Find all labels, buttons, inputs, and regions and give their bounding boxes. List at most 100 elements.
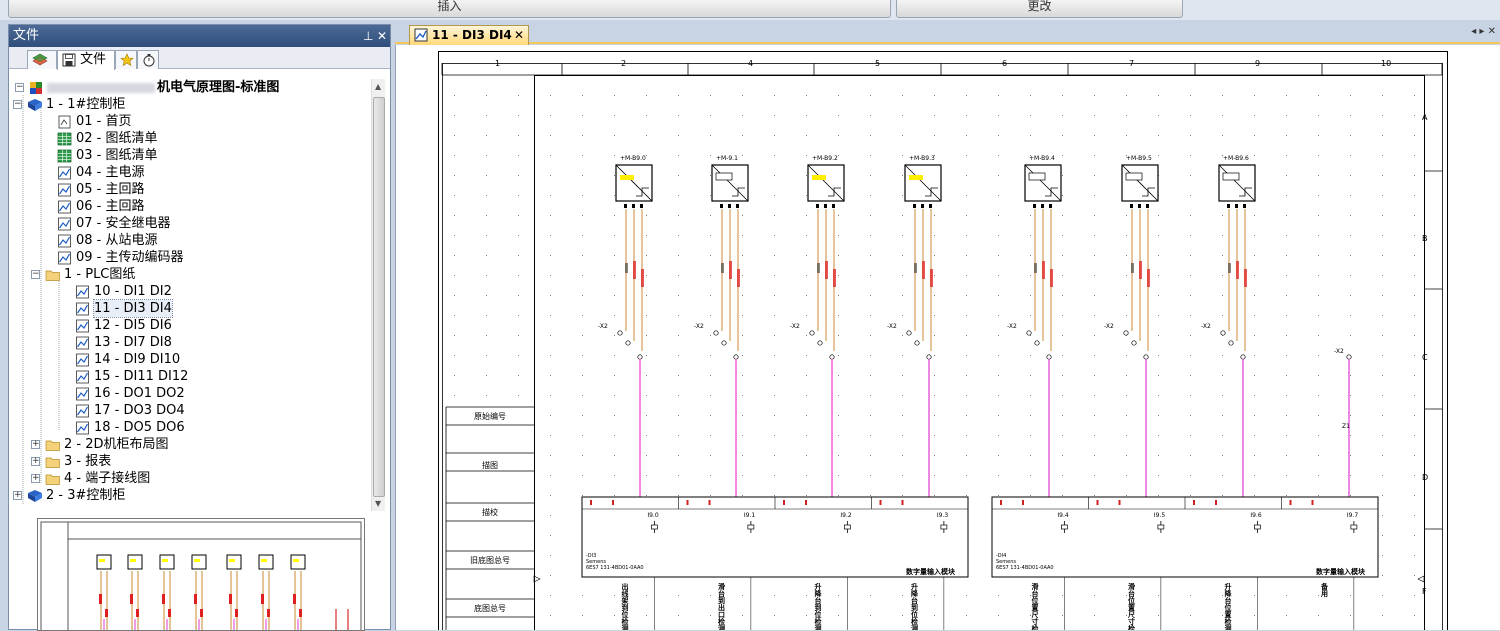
file-panel-title: 文件 ⊥ ✕ xyxy=(9,25,390,47)
side-label-old-base-number: 旧底图总号 xyxy=(470,556,510,565)
schematic-icon xyxy=(76,302,89,316)
tree-item-label: 07 - 安全继电器 xyxy=(76,216,171,231)
module-channel: I9.3 xyxy=(936,512,949,519)
side-label-original-number: 原始编号 xyxy=(474,412,506,421)
tree-item-label: 1 - PLC图纸 xyxy=(64,267,136,282)
module-channel: I9.2 xyxy=(840,512,852,519)
tab-favorites[interactable] xyxy=(115,50,137,69)
expand-icon[interactable]: + xyxy=(31,457,40,466)
module-part: 6ES7 131-4BD01-0AA0 xyxy=(996,565,1054,571)
collapse-icon[interactable]: − xyxy=(13,100,22,109)
collapse-icon[interactable]: − xyxy=(15,83,24,92)
expand-icon[interactable]: + xyxy=(31,440,40,449)
tree-item-label: 17 - DO3 DO4 xyxy=(94,403,185,418)
close-icon[interactable]: ✕ xyxy=(377,25,387,47)
tree-item-label: 03 - 图纸清单 xyxy=(76,148,158,163)
scroll-down-icon[interactable]: ▼ xyxy=(375,499,381,508)
document-tab-close-icon[interactable]: ✕ xyxy=(514,26,524,44)
change-button[interactable]: 更改 xyxy=(896,0,1183,18)
insert-button[interactable]: 插入 xyxy=(8,0,891,18)
tree-item-label: 16 - DO1 DO2 xyxy=(94,386,185,401)
folder-icon xyxy=(45,457,60,468)
collapse-icon[interactable]: − xyxy=(31,270,40,279)
schematic-icon xyxy=(414,28,428,42)
terminal-tag: -X2 xyxy=(887,323,897,330)
channel-description: 滑台位置尺寸检测 xyxy=(1031,583,1039,630)
table-icon xyxy=(57,132,72,146)
schematic-icon xyxy=(76,404,89,418)
tree-item-label: 2 - 2D机柜布局图 xyxy=(64,437,169,452)
expand-icon[interactable]: + xyxy=(31,474,40,483)
page-icon xyxy=(58,115,71,129)
tree-item-label: 08 - 从站电源 xyxy=(76,233,158,248)
tab-nav-icons[interactable]: ◂ ▸ ✕ xyxy=(1471,26,1496,37)
tab-file[interactable]: 文件 xyxy=(57,50,115,70)
sensor-tag: +M-B9.4 xyxy=(1029,155,1055,162)
side-label-tracing: 描图 xyxy=(482,461,498,470)
tree-item-label: 10 - DI1 DI2 xyxy=(94,284,172,299)
cabinet-icon xyxy=(28,490,42,502)
tree-scrollbar[interactable]: ▲ ▼ xyxy=(371,79,385,511)
schematic-icon xyxy=(76,421,89,435)
tree-item-label: 12 - DI5 DI6 xyxy=(94,318,172,333)
ribbon-bar: 插入 更改 xyxy=(0,0,1500,20)
tree-item-label: 2 - 3#控制柜 xyxy=(46,488,126,503)
pin-icon[interactable]: ⊥ xyxy=(363,25,373,47)
schematic-icon xyxy=(76,319,89,333)
schematic-icon xyxy=(58,217,71,231)
folder-icon xyxy=(45,440,60,451)
terminal-tag: -X2 xyxy=(790,323,800,330)
tab-file-label: 文件 xyxy=(80,52,107,67)
sheet-frame xyxy=(438,51,1448,630)
schematic-icon xyxy=(58,251,71,265)
scroll-up-icon[interactable]: ▲ xyxy=(375,82,381,91)
channel-description: 升降台到位检测 xyxy=(814,583,822,630)
table-icon xyxy=(57,149,72,163)
schematic-icon xyxy=(76,370,89,384)
document-tab[interactable]: 11 - DI3 DI4 ✕ xyxy=(409,25,529,45)
tree-item-label: 02 - 图纸清单 xyxy=(76,131,158,146)
channel-description: 备用 xyxy=(1320,583,1329,597)
document-tab-label: 11 - DI3 DI4 xyxy=(432,28,512,42)
module-channel: I9.0 xyxy=(647,512,659,519)
schematic-icon xyxy=(58,183,71,197)
column-number: 4 xyxy=(748,59,754,68)
tree-root-blurred xyxy=(47,83,155,93)
wire-tag: Z1 xyxy=(1342,423,1350,430)
row-letter: A xyxy=(1422,113,1428,122)
row-letter: D xyxy=(1422,473,1429,482)
channel-description: 出线架到位检测 xyxy=(621,583,629,630)
terminal-tag: -X2 xyxy=(598,323,608,330)
schematic-icon xyxy=(58,166,71,180)
star-icon xyxy=(120,52,134,66)
tree-item-label: 18 - DO5 DO6 xyxy=(94,420,185,435)
tree-item-label: 11 - DI3 DI4 xyxy=(93,299,173,318)
tree-item-label: 04 - 主电源 xyxy=(76,165,145,180)
tree-item-label: 1 - 1#控制柜 xyxy=(46,97,126,112)
terminal-tag: -X2 xyxy=(1334,348,1344,355)
terminal-tag: -X2 xyxy=(1007,323,1017,330)
row-letter: C xyxy=(1422,353,1428,362)
tree-item-label: 4 - 端子接线图 xyxy=(64,471,151,486)
file-panel-tabs: 文件 xyxy=(9,47,390,70)
channel-description: 滑台位置尺寸检测 xyxy=(1127,583,1136,630)
column-number: 5 xyxy=(875,59,881,68)
schematic-icon xyxy=(76,336,89,350)
tree-scroll-thumb[interactable] xyxy=(373,97,385,497)
page-preview[interactable] xyxy=(37,518,365,631)
tab-layers[interactable] xyxy=(27,50,57,69)
column-number: 2 xyxy=(621,59,627,68)
schematic-canvas[interactable]: 1 2 4 5 6 7 9 10 A B C D F 原始编号 描图 描校 旧底图总号 底图总号 +M… xyxy=(395,45,1500,630)
sensor-tag: +M-9.1 xyxy=(716,155,738,162)
module-channel: I9.1 xyxy=(743,512,756,519)
project-tree: − 机电气原理图-标准图 − 1 - 1#控制柜 01 - 首页 02 - 图纸清单 0… xyxy=(9,79,371,511)
row-letter: F xyxy=(1422,587,1427,596)
expand-icon[interactable]: + xyxy=(13,491,22,500)
tree-item-label: 15 - DI11 DI12 xyxy=(94,369,189,384)
terminal-tag: -X2 xyxy=(1104,323,1114,330)
cabinet-icon xyxy=(28,99,42,111)
layers-icon xyxy=(32,53,48,65)
tab-timer[interactable] xyxy=(137,50,159,69)
module-channel: I9.5 xyxy=(1153,512,1166,519)
tree-item-label: 14 - DI9 DI10 xyxy=(94,352,181,367)
